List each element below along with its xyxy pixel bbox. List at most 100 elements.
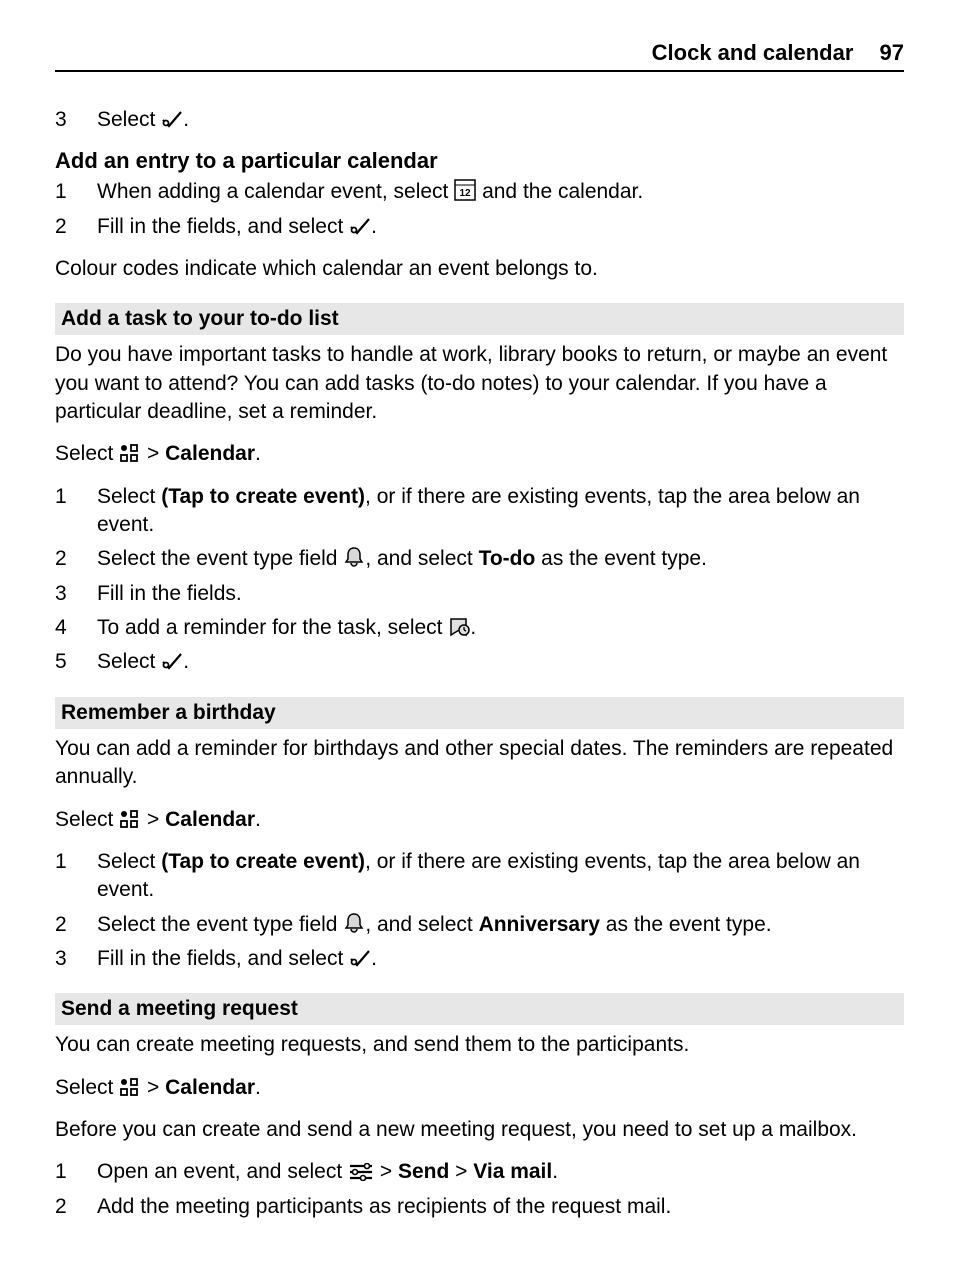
text: Add the meeting participants as recipien… xyxy=(97,1195,671,1218)
text: . xyxy=(371,215,377,238)
text: as the event type. xyxy=(535,547,707,570)
paragraph: You can create meeting requests, and sen… xyxy=(55,1031,904,1059)
reminder-icon xyxy=(448,617,470,637)
list-item: 2Fill in the fields, and select . xyxy=(55,213,904,241)
text: Fill in the fields, and select xyxy=(97,215,349,238)
item-text: When adding a calendar event, select 12 … xyxy=(97,178,904,206)
text: Select xyxy=(97,108,161,131)
page-header: Clock and calendar 97 xyxy=(55,40,904,72)
numbered-list: 1Select (Tap to create event), or if the… xyxy=(55,848,904,973)
numbered-list: 1Select (Tap to create event), or if the… xyxy=(55,483,904,677)
bold-text: (Tap to create event) xyxy=(161,485,365,508)
item-text: Open an event, and select > Send > Via m… xyxy=(97,1158,904,1186)
item-number: 1 xyxy=(55,483,97,540)
item-number: 1 xyxy=(55,1158,97,1186)
item-number: 4 xyxy=(55,614,97,642)
text: . xyxy=(470,616,476,639)
paragraph: Select > Calendar. xyxy=(55,440,904,468)
item-text: Select (Tap to create event), or if ther… xyxy=(97,848,904,905)
item-text: Select . xyxy=(97,648,904,676)
text: Select xyxy=(55,808,119,831)
section-heading: Add an entry to a particular calendar xyxy=(55,148,904,174)
list-item: 3Fill in the fields, and select . xyxy=(55,945,904,973)
list-item: 2Select the event type field , and selec… xyxy=(55,911,904,939)
text: > xyxy=(141,442,165,465)
text: Select xyxy=(97,485,161,508)
text: , and select xyxy=(365,913,478,936)
bell-icon xyxy=(343,546,365,568)
item-text: Fill in the fields, and select . xyxy=(97,213,904,241)
numbered-list: 3Select . xyxy=(55,106,904,134)
bold-text: To-do xyxy=(479,547,536,570)
text: and the calendar. xyxy=(476,180,643,203)
check-icon xyxy=(161,651,183,671)
item-text: Fill in the fields, and select . xyxy=(97,945,904,973)
text: > xyxy=(374,1160,398,1183)
text: . xyxy=(371,947,377,970)
bold-text: Via mail xyxy=(473,1160,552,1183)
item-text: Select (Tap to create event), or if ther… xyxy=(97,483,904,540)
menu-grid-icon xyxy=(119,809,141,829)
list-item: 1Select (Tap to create event), or if the… xyxy=(55,483,904,540)
text: as the event type. xyxy=(600,913,772,936)
item-text: Add the meeting participants as recipien… xyxy=(97,1193,904,1221)
text: . xyxy=(255,808,261,831)
paragraph: You can add a reminder for birthdays and… xyxy=(55,735,904,792)
paragraph: Before you can create and send a new mee… xyxy=(55,1116,904,1144)
text: , and select xyxy=(365,547,478,570)
paragraph: Do you have important tasks to handle at… xyxy=(55,341,904,426)
list-item: 3Fill in the fields. xyxy=(55,580,904,608)
item-text: Select the event type field , and select… xyxy=(97,911,904,939)
page-number: 97 xyxy=(880,40,904,65)
text: > xyxy=(141,808,165,831)
item-number: 2 xyxy=(55,545,97,573)
list-item: 2Add the meeting participants as recipie… xyxy=(55,1193,904,1221)
text: Open an event, and select xyxy=(97,1160,348,1183)
list-item: 1Open an event, and select > Send > Via … xyxy=(55,1158,904,1186)
check-icon xyxy=(161,109,183,129)
text: Fill in the fields, and select xyxy=(97,947,349,970)
bold-text: Anniversary xyxy=(479,913,600,936)
list-item: 3Select . xyxy=(55,106,904,134)
bell-icon xyxy=(343,912,365,934)
item-number: 2 xyxy=(55,911,97,939)
list-item: 4To add a reminder for the task, select … xyxy=(55,614,904,642)
text: Select the event type field xyxy=(97,913,343,936)
bold-text: Send xyxy=(398,1160,449,1183)
item-number: 3 xyxy=(55,945,97,973)
options-icon xyxy=(348,1163,374,1181)
text: To add a reminder for the task, select xyxy=(97,616,448,639)
paragraph: Colour codes indicate which calendar an … xyxy=(55,255,904,283)
check-icon xyxy=(349,948,371,968)
section-heading-bar: Remember a birthday xyxy=(55,697,904,729)
list-item: 1Select (Tap to create event), or if the… xyxy=(55,848,904,905)
item-text: Fill in the fields. xyxy=(97,580,904,608)
header-title: Clock and calendar xyxy=(652,40,854,65)
text: . xyxy=(255,1076,261,1099)
list-item: 5Select . xyxy=(55,648,904,676)
item-number: 1 xyxy=(55,848,97,905)
menu-grid-icon xyxy=(119,1077,141,1097)
text: Select xyxy=(55,1076,119,1099)
item-text: Select . xyxy=(97,106,904,134)
item-number: 1 xyxy=(55,178,97,206)
bold-text: Calendar xyxy=(165,1076,255,1099)
text: . xyxy=(552,1160,558,1183)
paragraph: Select > Calendar. xyxy=(55,806,904,834)
paragraph: Select > Calendar. xyxy=(55,1074,904,1102)
numbered-list: 1When adding a calendar event, select 12… xyxy=(55,178,904,241)
text: Select the event type field xyxy=(97,547,343,570)
bold-text: Calendar xyxy=(165,442,255,465)
text: When adding a calendar event, select xyxy=(97,180,454,203)
item-number: 3 xyxy=(55,106,97,134)
svg-text:12: 12 xyxy=(460,188,472,199)
text: Fill in the fields. xyxy=(97,582,242,605)
bold-text: Calendar xyxy=(165,808,255,831)
item-number: 5 xyxy=(55,648,97,676)
numbered-list: 1Open an event, and select > Send > Via … xyxy=(55,1158,904,1221)
text: Select xyxy=(55,442,119,465)
item-text: Select the event type field , and select… xyxy=(97,545,904,573)
text: > xyxy=(141,1076,165,1099)
item-number: 3 xyxy=(55,580,97,608)
text: . xyxy=(183,108,189,131)
